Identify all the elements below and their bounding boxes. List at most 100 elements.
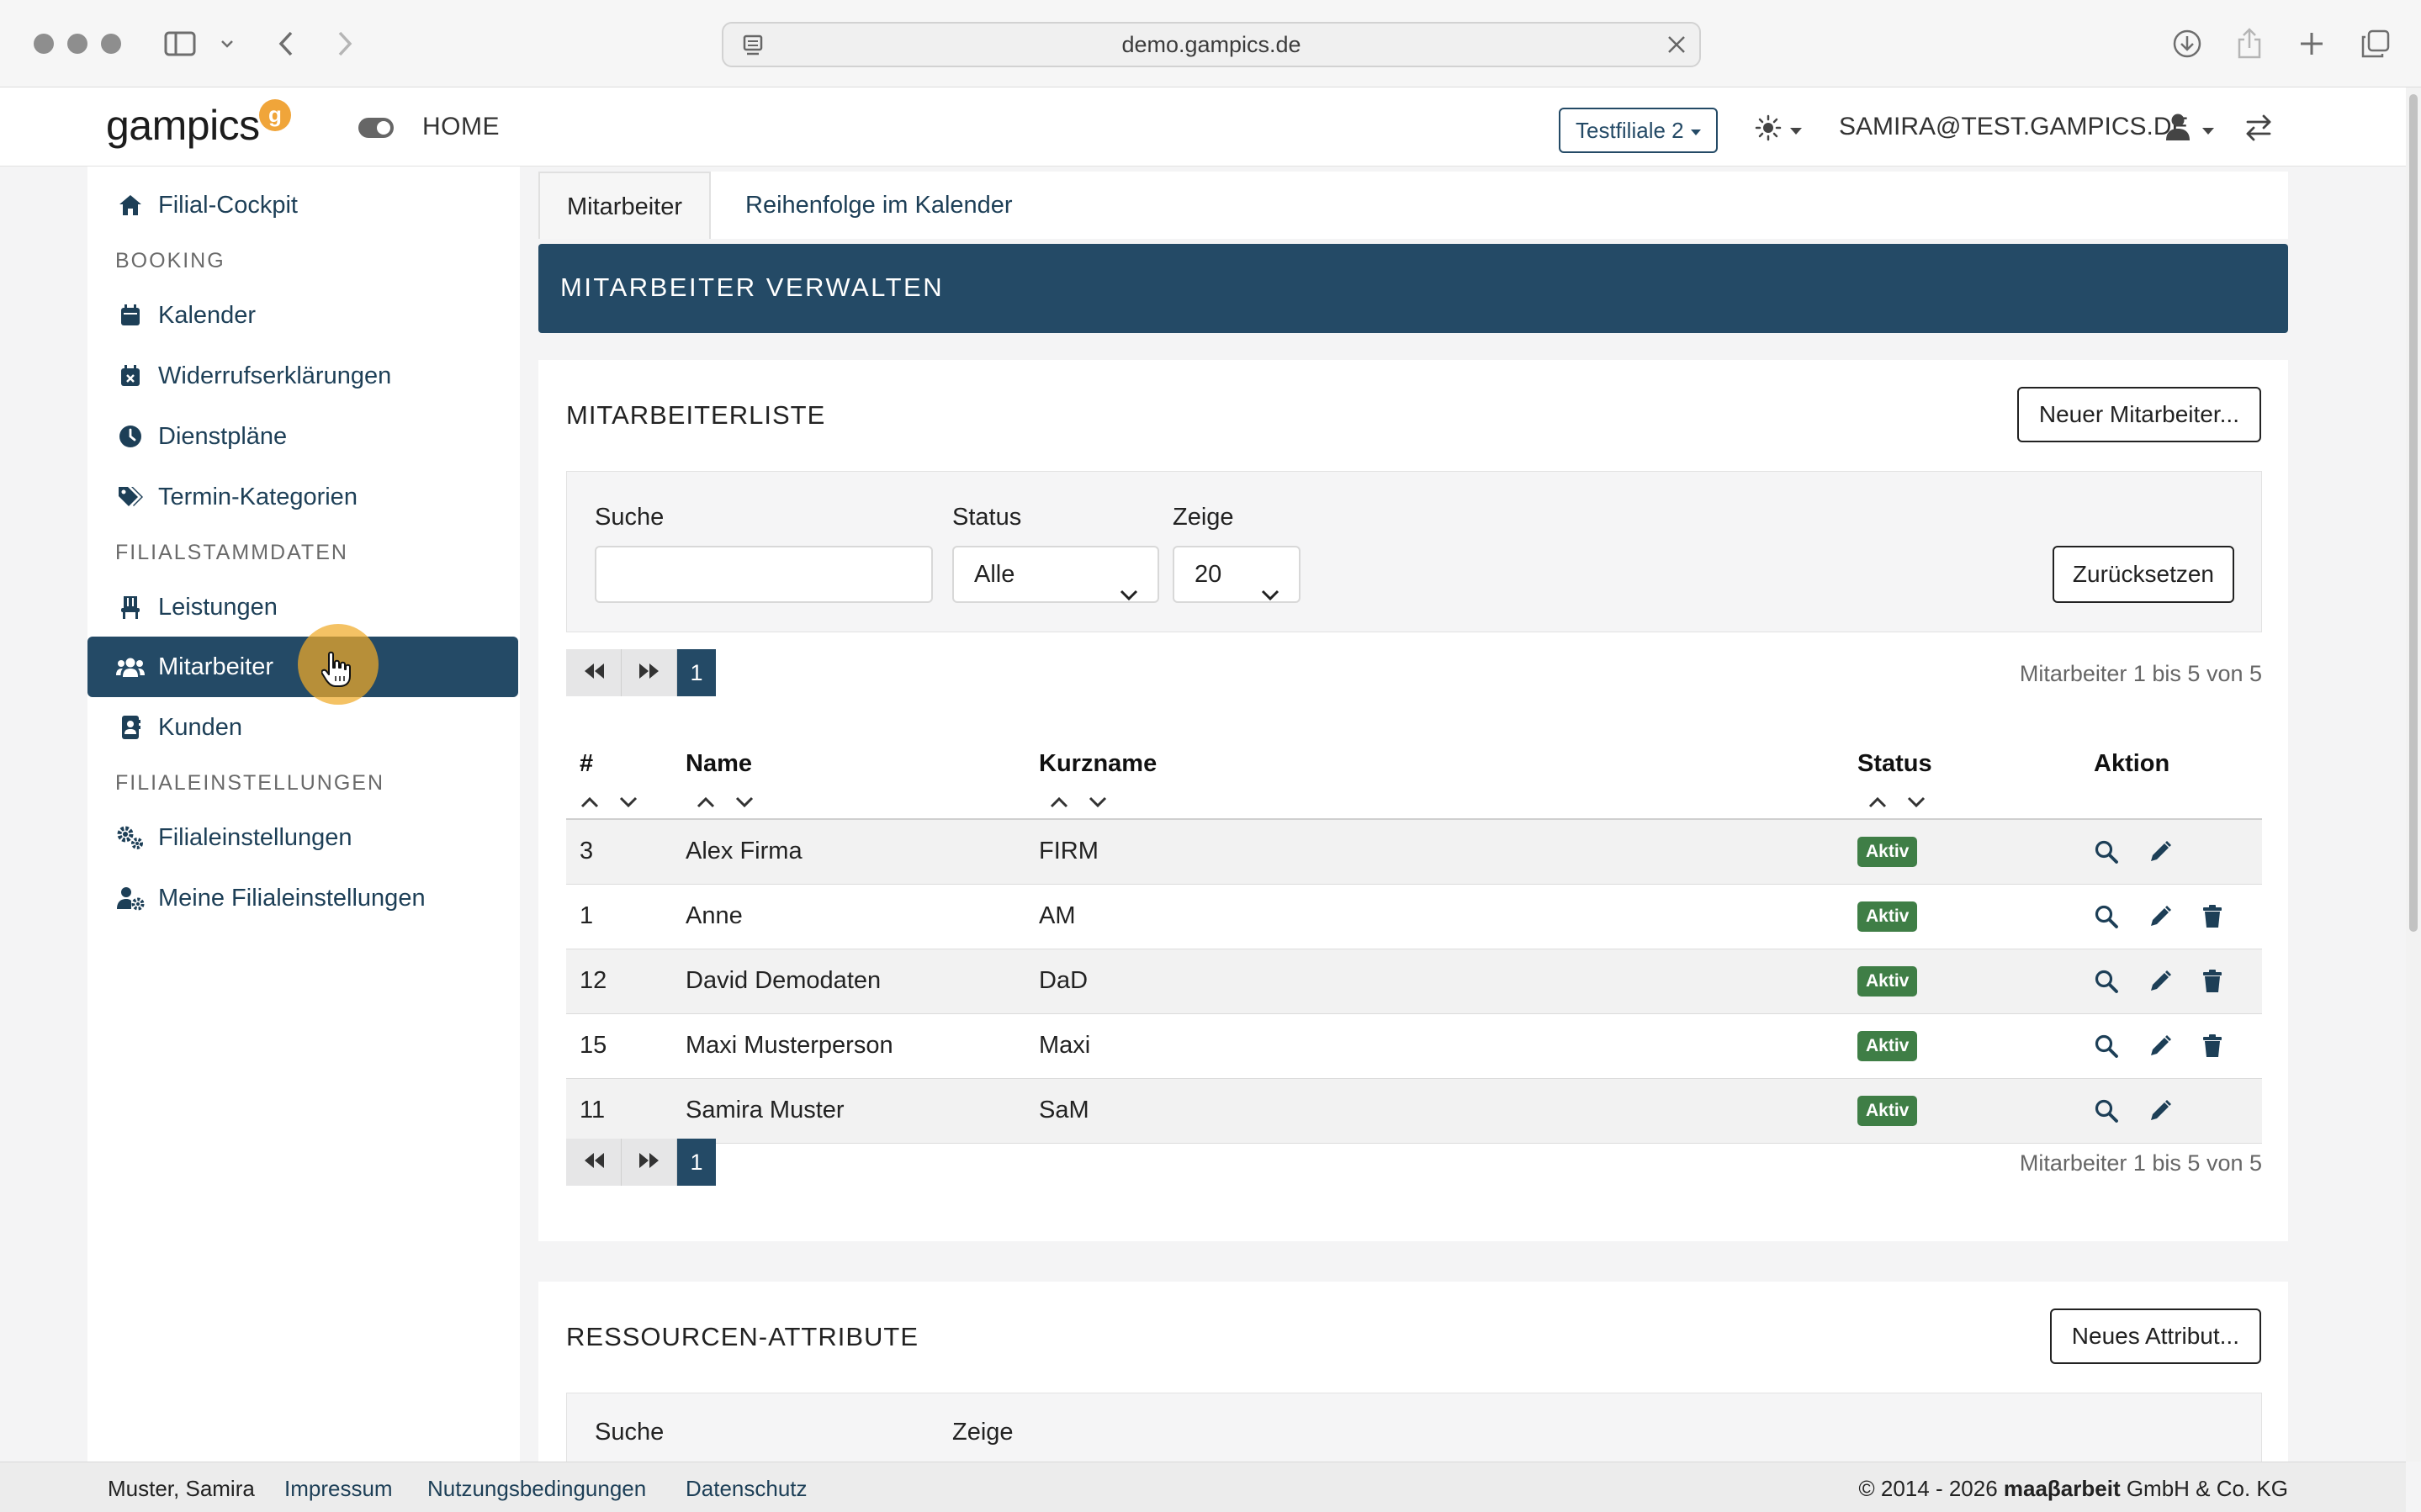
- sidebar-item-my-branch-settings[interactable]: Meine Filialeinstellungen: [87, 868, 518, 928]
- double-left-icon: [581, 1151, 607, 1174]
- window-zoom-button[interactable]: [101, 34, 121, 54]
- trash-icon[interactable]: [2201, 1034, 2223, 1059]
- last-page-button[interactable]: [622, 649, 677, 696]
- copyright-brand: maaβarbeit: [2003, 1476, 2121, 1501]
- user-email[interactable]: SAMIRA@TEST.GAMPICS.DE: [1839, 113, 2189, 141]
- new-tab-icon[interactable]: [2297, 22, 2327, 66]
- share-icon[interactable]: [2234, 22, 2265, 66]
- chevron-down-icon: [1119, 568, 1139, 621]
- cell-actions: [2094, 819, 2262, 885]
- double-right-icon: [637, 1151, 662, 1174]
- sidebar-item-label: Widerrufserklärungen: [158, 362, 392, 389]
- tab-calendar-order[interactable]: Reihenfolge im Kalender: [718, 172, 1040, 239]
- forward-icon[interactable]: [330, 22, 360, 66]
- footer-link-privacy[interactable]: Datenschutz: [686, 1476, 808, 1502]
- attribute-filter-panel: Suche Zeige: [566, 1393, 2262, 1462]
- column-header-label: Name: [686, 750, 752, 777]
- sidebar-item-label: Dienstpläne: [158, 422, 288, 450]
- sidebar-item-categories[interactable]: Termin-Kategorien: [87, 467, 518, 527]
- first-page-button[interactable]: [566, 1139, 622, 1186]
- footer-link-imprint[interactable]: Impressum: [284, 1476, 393, 1502]
- new-attribute-button[interactable]: Neues Attribut...: [2049, 1308, 2261, 1364]
- logo[interactable]: gampics: [106, 101, 260, 150]
- sort-asc-icon[interactable]: [1867, 788, 1888, 816]
- sidebar-toggle-icon[interactable]: [163, 22, 197, 66]
- sidebar-item-label: Kalender: [158, 301, 257, 329]
- pencil-icon[interactable]: [2148, 839, 2173, 864]
- page-scrollbar-thumb[interactable]: [2409, 94, 2418, 932]
- sort-asc-icon[interactable]: [1049, 788, 1069, 816]
- footer: Muster, Samira Impressum Nutzungsbedingu…: [0, 1462, 2406, 1512]
- sort-desc-icon[interactable]: [1088, 788, 1108, 816]
- sidebar-item-branch-settings[interactable]: Filialeinstellungen: [87, 807, 518, 868]
- close-icon[interactable]: [1666, 34, 1687, 60]
- user-icon[interactable]: [2165, 113, 2191, 145]
- sidebar-item-label: Termin-Kategorien: [158, 483, 358, 510]
- status-badge: Aktiv: [1857, 901, 1918, 932]
- pencil-icon[interactable]: [2148, 1034, 2173, 1059]
- sidebar-item-services[interactable]: Leistungen: [87, 577, 518, 637]
- sort-asc-icon[interactable]: [580, 788, 600, 816]
- chevron-down-icon[interactable]: [219, 22, 236, 66]
- search-input[interactable]: [595, 546, 933, 603]
- tab-employees[interactable]: Mitarbeiter: [538, 172, 711, 239]
- search-label: Suche: [595, 504, 665, 531]
- first-page-button[interactable]: [566, 649, 622, 696]
- page-number-button[interactable]: 1: [677, 649, 716, 696]
- table-row[interactable]: 12 David Demodaten DaD Aktiv: [566, 949, 2262, 1014]
- search-icon[interactable]: [2094, 969, 2119, 994]
- home-link[interactable]: HOME: [422, 113, 500, 141]
- status-select[interactable]: Alle: [952, 546, 1159, 603]
- sidebar-item-revocations[interactable]: Widerrufserklärungen: [87, 346, 518, 406]
- sidebar-item-customers[interactable]: Kunden: [87, 697, 518, 758]
- sidebar-item-calendar[interactable]: Kalender: [87, 285, 518, 346]
- download-icon[interactable]: [2170, 22, 2204, 66]
- address-bar[interactable]: demo.gampics.de: [722, 22, 1701, 67]
- page-number-button[interactable]: 1: [677, 1139, 716, 1186]
- search-icon[interactable]: [2094, 839, 2119, 864]
- reset-button[interactable]: Zurücksetzen: [2052, 546, 2234, 603]
- branch-select[interactable]: Testfiliale 2: [1559, 108, 1718, 153]
- sort-desc-icon[interactable]: [734, 788, 755, 816]
- column-header-label: #: [580, 750, 594, 777]
- switch-arrows-icon[interactable]: [2244, 114, 2273, 145]
- employee-table: # Name Kurzname Status Aktion 3 Alex Fir…: [566, 733, 2262, 1144]
- sun-icon[interactable]: [1755, 114, 1782, 145]
- cell-short-name: FIRM: [1039, 819, 1857, 885]
- window-minimize-button[interactable]: [67, 34, 87, 54]
- sidebar-item-rosters[interactable]: Dienstpläne: [87, 406, 518, 467]
- menu-toggle[interactable]: [358, 118, 394, 138]
- status-label: Status: [952, 504, 1022, 531]
- sidebar-item-cockpit[interactable]: Filial-Cockpit: [87, 175, 518, 235]
- trash-icon[interactable]: [2201, 969, 2223, 994]
- search-icon[interactable]: [2094, 1034, 2119, 1059]
- footer-link-terms[interactable]: Nutzungsbedingungen: [427, 1476, 646, 1502]
- window-close-button[interactable]: [34, 34, 54, 54]
- sort-asc-icon[interactable]: [696, 788, 716, 816]
- page-size-select[interactable]: 20: [1173, 546, 1301, 603]
- sort-desc-icon[interactable]: [1906, 788, 1926, 816]
- search-icon[interactable]: [2094, 1098, 2119, 1123]
- pencil-icon[interactable]: [2148, 969, 2173, 994]
- new-employee-button[interactable]: Neuer Mitarbeiter...: [2016, 387, 2261, 442]
- cell-actions: [2094, 1078, 2262, 1144]
- table-row[interactable]: 15 Maxi Musterperson Maxi Aktiv: [566, 1013, 2262, 1079]
- trash-icon[interactable]: [2201, 904, 2223, 929]
- tab-overview-icon[interactable]: [2359, 22, 2392, 66]
- user-gear-icon: [116, 884, 145, 912]
- address-bar-url[interactable]: demo.gampics.de: [723, 24, 1699, 66]
- table-row[interactable]: 3 Alex Firma FIRM Aktiv: [566, 819, 2262, 885]
- status-badge: Aktiv: [1857, 1031, 1918, 1061]
- pencil-icon[interactable]: [2148, 1098, 2173, 1123]
- column-header-short-name: Kurzname: [1039, 733, 1857, 820]
- last-page-button[interactable]: [622, 1139, 677, 1186]
- search-icon[interactable]: [2094, 904, 2119, 929]
- sort-desc-icon[interactable]: [618, 788, 638, 816]
- user-caret-icon[interactable]: [2202, 128, 2214, 135]
- pagination-info-bottom: Mitarbeiter 1 bis 5 von 5: [2019, 1150, 2262, 1176]
- table-row[interactable]: 1 Anne AM Aktiv: [566, 884, 2262, 949]
- table-row[interactable]: 11 Samira Muster SaM Aktiv: [566, 1078, 2262, 1144]
- pencil-icon[interactable]: [2148, 904, 2173, 929]
- back-icon[interactable]: [271, 22, 301, 66]
- theme-caret-icon[interactable]: [1790, 128, 1802, 135]
